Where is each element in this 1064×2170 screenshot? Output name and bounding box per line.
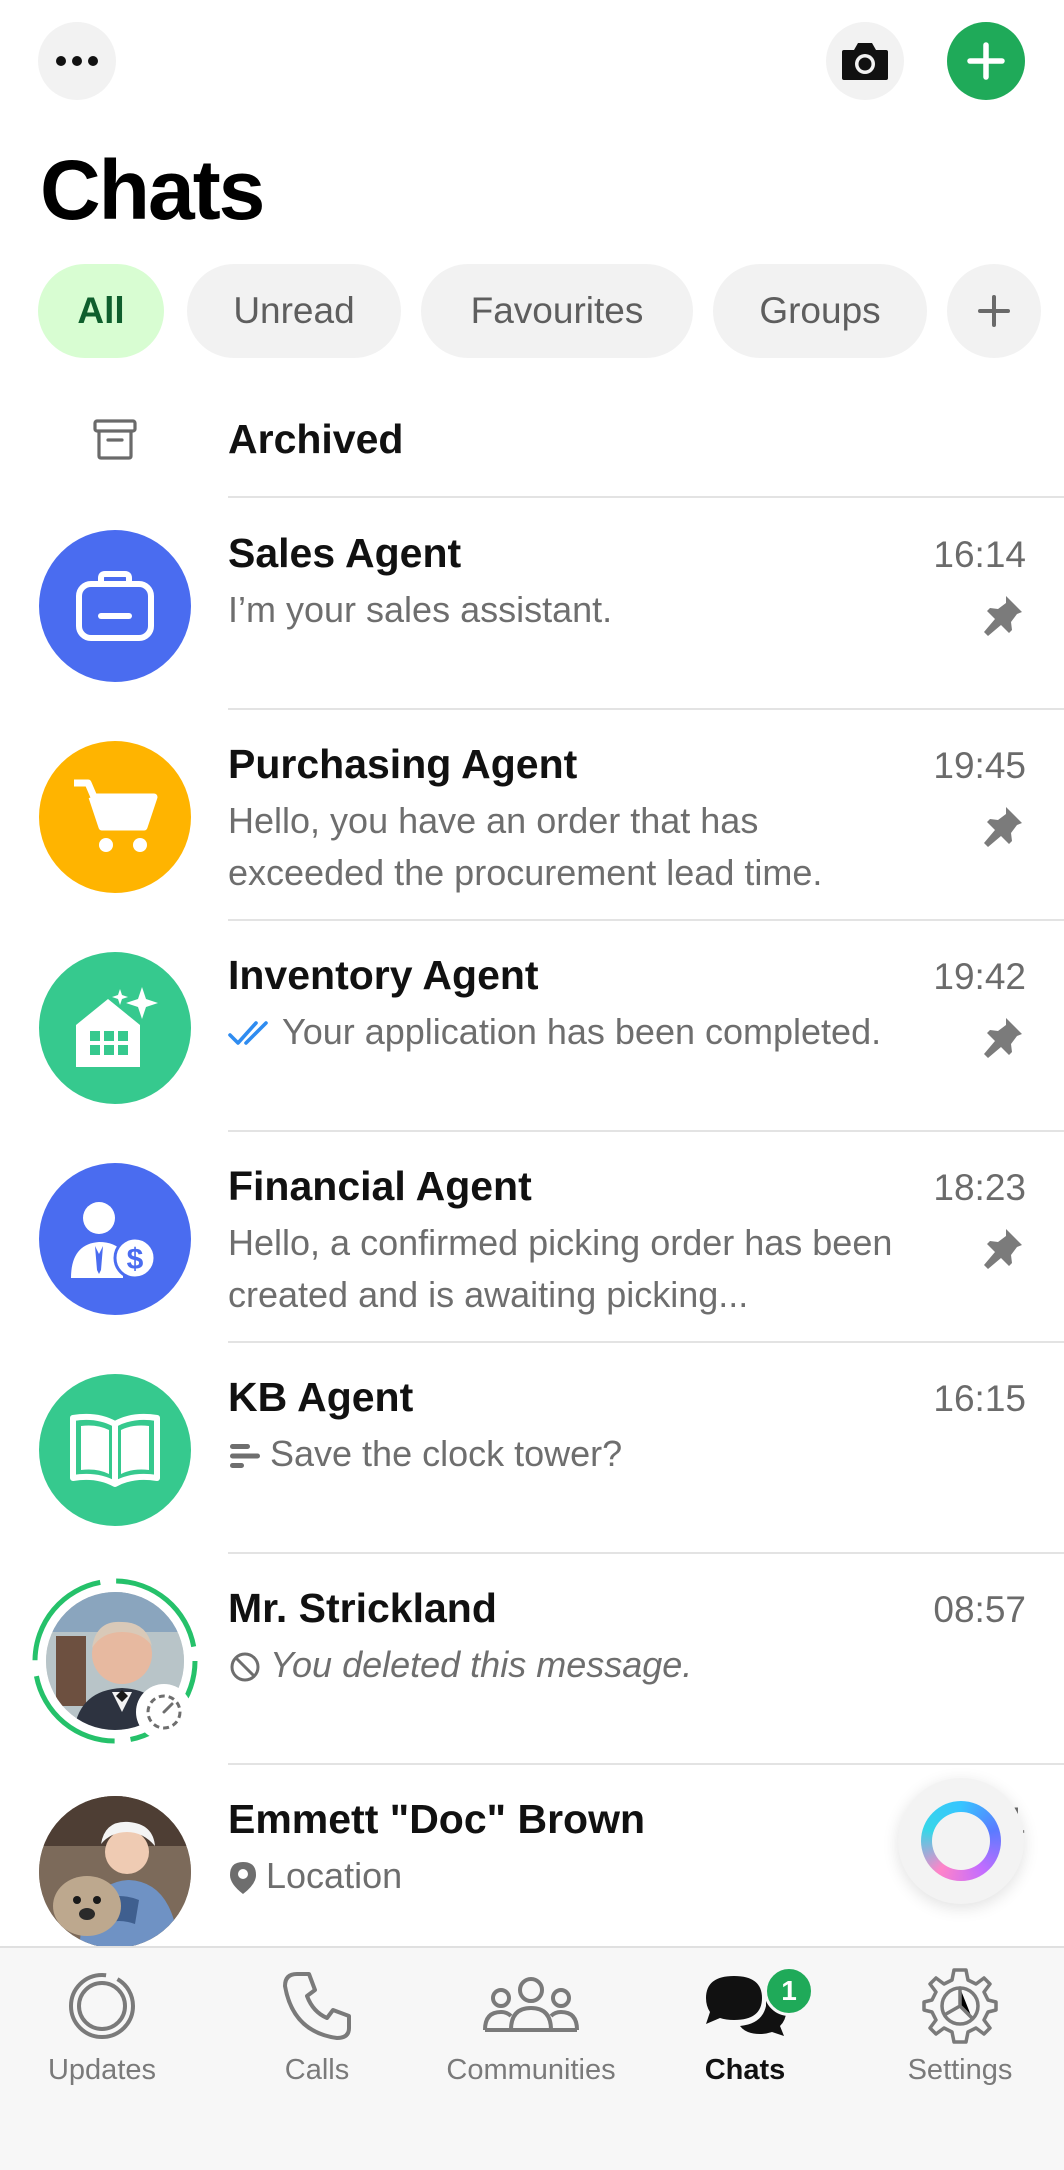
chat-row-inventory-agent[interactable]: Inventory Agent 19:42 Your application h… (0, 922, 1064, 1132)
chat-name: Mr. Strickland (228, 1585, 497, 1631)
avatar (39, 741, 191, 893)
tab-chats[interactable]: 1 Chats (640, 1966, 850, 2096)
location-pin-icon (230, 1862, 256, 1895)
chat-row-emmett-doc-brown[interactable]: Emmett "Doc" Brown 1 Location (0, 1766, 1064, 1976)
chat-name: KB Agent (228, 1374, 414, 1420)
shopping-cart-icon (74, 779, 158, 852)
chat-preview-container: You deleted this message. (228, 1639, 918, 1691)
chat-preview-container: Your application has been completed. (228, 1006, 918, 1058)
tab-label: Settings (907, 2054, 1013, 2086)
archived-row[interactable]: Archived (0, 390, 1064, 498)
more-horizontal-icon (56, 56, 98, 66)
chat-preview: You deleted this message. (270, 1644, 693, 1685)
unread-badge: 1 (764, 1966, 814, 2016)
meta-ai-icon (921, 1801, 1001, 1881)
divider (228, 1341, 1064, 1343)
tab-label: Calls (284, 2054, 350, 2086)
chat-time: 18:23 (933, 1167, 1026, 1208)
updates-icon (69, 1973, 135, 2039)
meta-ai-button[interactable] (898, 1778, 1024, 1904)
deleted-icon (230, 1652, 260, 1682)
phone-icon (283, 1972, 351, 2040)
camera-button[interactable] (826, 22, 904, 100)
svg-text:$: $ (127, 1243, 144, 1276)
archived-label: Archived (228, 416, 404, 462)
page-title: Chats (40, 143, 265, 237)
chat-time: 08:57 (933, 1589, 1026, 1630)
chat-name: Emmett "Doc" Brown (228, 1796, 646, 1842)
timer-icon (146, 1694, 182, 1730)
top-bar (0, 0, 1064, 120)
chat-time: 19:45 (933, 745, 1026, 786)
person-with-dog-photo (39, 1796, 191, 1948)
divider (228, 1552, 1064, 1554)
briefcase-icon (76, 571, 154, 641)
chat-time: 16:15 (933, 1378, 1026, 1419)
camera-icon (842, 43, 888, 80)
chat-row-mr-strickland[interactable]: Mr. Strickland 08:57 You deleted this me… (0, 1555, 1064, 1765)
gear-icon (922, 1968, 998, 2044)
bottom-tab-bar: Updates Calls Communities 1 Chats Settin… (0, 1946, 1064, 2170)
chat-row-purchasing-agent[interactable]: Purchasing Agent 19:45 Hello, you have a… (0, 711, 1064, 921)
new-chat-button[interactable] (947, 22, 1025, 100)
avatar (39, 952, 191, 1104)
add-filter-button[interactable] (947, 264, 1041, 358)
filter-chip-groups[interactable]: Groups (713, 264, 927, 358)
pin-icon (984, 596, 1022, 636)
tab-label: Chats (704, 2054, 786, 2086)
tab-updates[interactable]: Updates (0, 1966, 207, 2096)
pin-icon (984, 1018, 1022, 1058)
chat-name: Purchasing Agent (228, 741, 578, 787)
filter-chip-unread[interactable]: Unread (187, 264, 401, 358)
tab-label: Updates (47, 2054, 156, 2086)
chat-preview-container: Save the clock tower? (228, 1428, 918, 1480)
tab-settings[interactable]: Settings (855, 1966, 1064, 2096)
avatar (39, 530, 191, 682)
chat-preview: Hello, you have an order that has exceed… (228, 800, 823, 893)
chat-row-financial-agent[interactable]: $ Financial Agent 18:23 Hello, a confirm… (0, 1133, 1064, 1343)
divider (228, 708, 1064, 710)
plus-icon (967, 42, 1005, 80)
divider (228, 1763, 1064, 1765)
divider (228, 1130, 1064, 1132)
chat-name: Inventory Agent (228, 952, 539, 998)
filter-chip-all[interactable]: All (38, 264, 164, 358)
divider (228, 496, 1064, 498)
chat-name: Sales Agent (228, 530, 462, 576)
filter-chip-favourites[interactable]: Favourites (421, 264, 693, 358)
chat-name: Financial Agent (228, 1163, 532, 1209)
chat-preview: I’m your sales assistant. (228, 589, 613, 630)
communities-icon (483, 1977, 579, 2032)
chat-preview-container: Location (228, 1850, 918, 1902)
chat-time: 19:42 (933, 956, 1026, 997)
warehouse-sparkle-icon (76, 987, 158, 1067)
double-check-icon (228, 1021, 268, 1046)
tab-label: Communities (446, 2054, 616, 2086)
text-lines-icon (230, 1444, 260, 1469)
chat-preview: Your application has been completed. (282, 1011, 882, 1052)
tab-calls[interactable]: Calls (212, 1966, 422, 2096)
pin-icon (984, 1229, 1022, 1269)
chat-preview: Save the clock tower? (270, 1433, 623, 1474)
disappearing-timer-badge (136, 1684, 192, 1740)
avatar (39, 1374, 191, 1526)
divider (228, 919, 1064, 921)
chat-preview: Location (266, 1855, 403, 1896)
chat-row-kb-agent[interactable]: KB Agent 16:15 Save the clock tower? (0, 1344, 1064, 1554)
open-book-icon (70, 1413, 160, 1487)
avatar (39, 1796, 191, 1948)
finance-person-icon: $ (71, 1202, 157, 1280)
more-options-button[interactable] (38, 22, 116, 100)
chat-time: 16:14 (933, 534, 1026, 575)
tab-communities[interactable]: Communities (426, 1966, 636, 2096)
plus-icon (978, 295, 1010, 327)
chat-row-sales-agent[interactable]: Sales Agent 16:14 I’m your sales assista… (0, 500, 1064, 710)
avatar: $ (39, 1163, 191, 1315)
pin-icon (984, 807, 1022, 847)
archive-icon (93, 419, 137, 460)
chat-preview: Hello, a confirmed picking order has bee… (228, 1222, 893, 1315)
